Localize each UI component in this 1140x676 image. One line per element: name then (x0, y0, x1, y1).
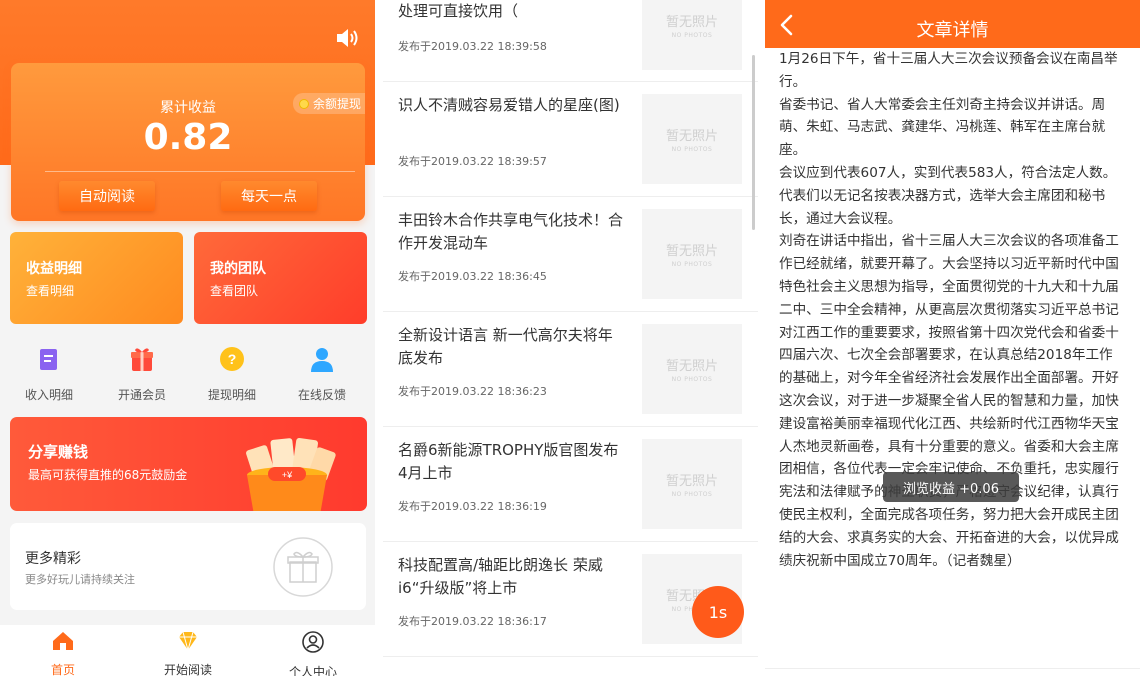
svg-text:+¥: +¥ (282, 470, 293, 480)
earnings-divider (45, 171, 355, 172)
auto-read-button[interactable]: 自动阅读 (59, 181, 155, 211)
news-item[interactable]: 全新设计语言 新一代高尔夫将年底发布 发布于2019.03.22 18:36:2… (383, 312, 758, 427)
tile-subtitle: 查看团队 (210, 284, 259, 298)
reward-toast: 浏览收益 +0.06 (883, 472, 1019, 502)
no-photo-label: 暂无照片 (665, 129, 718, 144)
quick-label: 在线反馈 (297, 388, 346, 402)
no-photo-label: 暂无照片 (665, 244, 718, 259)
news-title: 识人不清贼容易爱错人的星座(图) (398, 96, 620, 114)
news-title: 科技配置高/轴距比朗逸长 荣威i6“升级版”将上市 (398, 556, 603, 597)
news-list-screen: 处理可直接饮用（ 发布于2019.03.22 18:39:58 暂无照片 NO … (383, 0, 758, 676)
more-subtitle: 更多好玩儿请持续关注 (25, 573, 135, 586)
article-paragraph: 会议应到代表607人，实到代表583人，符合法定人数。代表们以无记名按表决器方式… (779, 164, 1117, 227)
no-photo-label: 暂无照片 (665, 474, 718, 489)
tile-title: 我的团队 (210, 261, 266, 277)
share-earn-banner[interactable]: 分享赚钱 最高可获得直推的68元鼓励金 +¥ (10, 417, 367, 511)
speaker-icon[interactable] (335, 26, 361, 50)
quick-online-feedback[interactable]: 在线反馈 (277, 345, 367, 403)
quick-label: 开通会员 (117, 388, 166, 402)
diamond-icon (179, 631, 197, 652)
news-item[interactable]: 名爵6新能源TROPHY版官图发布 4月上市 发布于2019.03.22 18:… (383, 427, 758, 542)
news-thumbnail: 暂无照片 NO PHOTOS (642, 0, 742, 70)
share-title: 分享赚钱 (28, 443, 89, 461)
article-paragraph: 省委书记、省人大常委会主任刘奇主持会议并讲话。周萌、朱虹、马志武、龚建华、冯桃莲… (779, 96, 1106, 159)
news-thumbnail: 暂无照片 NO PHOTOS (642, 324, 742, 414)
news-thumbnail: 暂无照片 NO PHOTOS (642, 439, 742, 529)
news-thumbnail: 暂无照片 NO PHOTOS (642, 94, 742, 184)
news-time: 发布于2019.03.22 18:39:57 (398, 155, 547, 168)
withdraw-chip[interactable]: 余额提现 (292, 93, 365, 114)
tile-subtitle: 查看明细 (26, 284, 75, 298)
gift-outline-icon (273, 537, 333, 597)
my-team-tile[interactable]: 我的团队 查看团队 (194, 232, 367, 324)
quick-open-membership[interactable]: 开通会员 (97, 345, 187, 403)
no-photo-label: 暂无照片 (665, 359, 718, 374)
quick-label: 收入明细 (24, 388, 73, 402)
news-title: 丰田铃木合作共享电气化技术！合作开发混动车 (398, 211, 624, 252)
bottom-divider (765, 668, 1140, 669)
no-photo-en-label: NO PHOTOS (671, 491, 713, 498)
article-header: 文章详情 (765, 0, 1140, 48)
tab-label: 开始阅读 (163, 663, 212, 676)
question-icon: ? (220, 347, 244, 371)
news-time: 发布于2019.03.22 18:36:45 (398, 270, 547, 283)
no-photo-en-label: NO PHOTOS (671, 146, 713, 153)
news-time: 发布于2019.03.22 18:36:17 (398, 615, 547, 628)
person-icon (311, 348, 333, 372)
red-envelope-gift-icon: +¥ (246, 438, 336, 511)
news-time: 发布于2019.03.22 18:36:23 (398, 385, 547, 398)
no-photo-label: 暂无照片 (665, 15, 718, 30)
article-paragraph: 刘奇在讲话中指出，省十三届人大三次会议的各项准备工作已经就绪，就要开幕了。大会坚… (779, 233, 1119, 569)
news-thumbnail: 暂无照片 NO PHOTOS (642, 209, 742, 299)
gift-box-icon (131, 348, 153, 371)
more-exciting-card[interactable]: 更多精彩 更多好玩儿请持续关注 (10, 523, 366, 610)
bottom-tab-bar: 首页 开始阅读 个人中心 (0, 625, 375, 676)
news-title: 处理可直接饮用（ (398, 2, 519, 20)
news-title: 名爵6新能源TROPHY版官图发布 4月上市 (398, 441, 619, 482)
news-time: 发布于2019.03.22 18:39:58 (398, 40, 547, 53)
news-title: 全新设计语言 新一代高尔夫将年底发布 (398, 326, 613, 367)
svg-text:?: ? (228, 351, 237, 367)
share-subtitle: 最高可获得直推的68元鼓励金 (28, 468, 188, 482)
scrollbar[interactable] (752, 55, 755, 230)
coin-icon (298, 98, 309, 109)
tab-label: 个人中心 (288, 665, 337, 676)
earnings-value: 0.82 (143, 117, 233, 158)
home-icon (53, 632, 73, 650)
withdraw-label: 余额提现 (312, 97, 361, 111)
news-item[interactable]: 处理可直接饮用（ 发布于2019.03.22 18:39:58 暂无照片 NO … (383, 0, 758, 82)
news-item[interactable]: 丰田铃木合作共享电气化技术！合作开发混动车 发布于2019.03.22 18:3… (383, 197, 758, 312)
tile-title: 收益明细 (26, 261, 82, 277)
article-detail-screen: 文章详情 1月26日下午，省十三届人大三次会议预备会议在南昌举行。 省委书记、省… (765, 0, 1140, 676)
tab-home[interactable]: 首页 (13, 631, 113, 676)
tab-personal-center[interactable]: 个人中心 (263, 631, 363, 676)
home-screen: 累计收益 0.82 余额提现 自动阅读 每天一点 收益明细 查看明细 我的团队 … (0, 0, 375, 676)
news-item[interactable]: 识人不清贼容易爱错人的星座(图) 发布于2019.03.22 18:39:57 … (383, 82, 758, 197)
tab-start-reading[interactable]: 开始阅读 (138, 631, 238, 676)
reading-timer-button[interactable]: 1s (692, 586, 744, 638)
tab-label: 首页 (50, 663, 75, 676)
earnings-detail-tile[interactable]: 收益明细 查看明细 (10, 232, 183, 324)
quick-withdraw-detail[interactable]: ? 提现明细 (187, 345, 277, 403)
user-circle-icon (302, 631, 324, 653)
more-title: 更多精彩 (25, 551, 81, 567)
article-paragraph: 1月26日下午，省十三届人大三次会议预备会议在南昌举行。 (779, 51, 1118, 90)
no-photo-en-label: NO PHOTOS (671, 32, 713, 39)
no-photo-en-label: NO PHOTOS (671, 376, 713, 383)
daily-button[interactable]: 每天一点 (221, 181, 317, 211)
quick-income-detail[interactable]: 收入明细 (4, 345, 94, 403)
document-icon (40, 349, 57, 370)
quick-label: 提现明细 (207, 388, 256, 402)
earnings-card: 累计收益 0.82 余额提现 自动阅读 每天一点 (11, 63, 365, 221)
page-title: 文章详情 (916, 20, 989, 41)
no-photo-en-label: NO PHOTOS (671, 261, 713, 268)
news-time: 发布于2019.03.22 18:36:19 (398, 500, 547, 513)
